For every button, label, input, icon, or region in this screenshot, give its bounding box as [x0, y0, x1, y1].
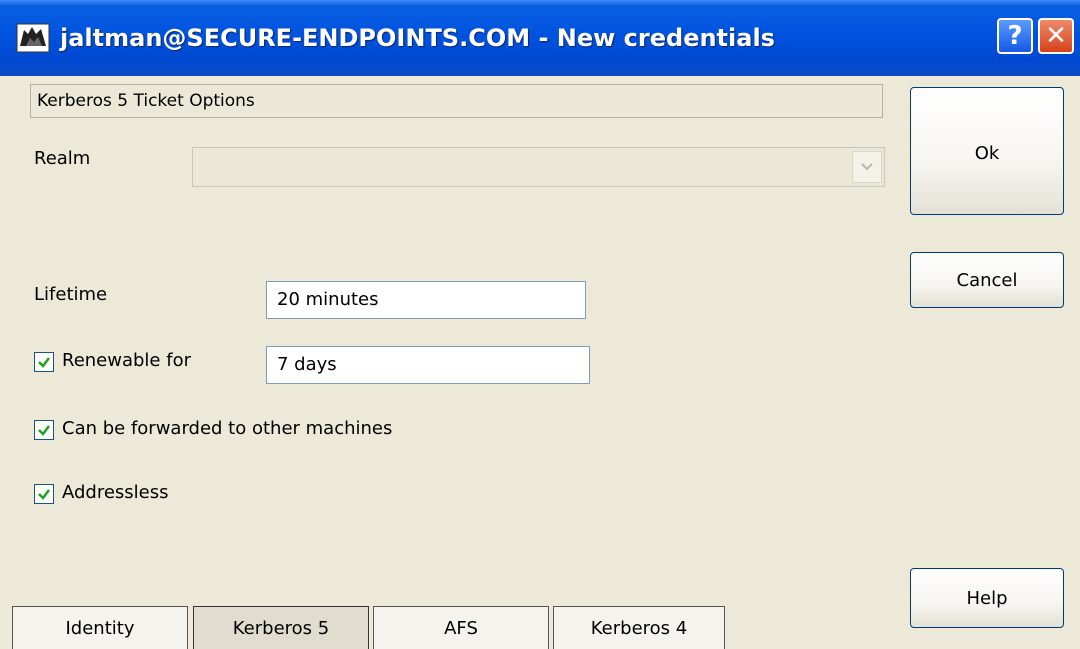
checkmark-icon	[38, 357, 50, 368]
section-header: Kerberos 5 Ticket Options	[30, 84, 883, 118]
lifetime-input[interactable]: 20 minutes	[266, 281, 586, 319]
window-title: jaltman@SECURE-ENDPOINTS.COM - New crede…	[60, 24, 775, 52]
realm-label: Realm	[34, 148, 91, 169]
close-icon: ✕	[1045, 21, 1067, 51]
forwardable-checkbox[interactable]	[34, 420, 54, 440]
title-help-button[interactable]: ?	[997, 18, 1033, 54]
kerberos-dog-icon[interactable]	[16, 22, 50, 54]
ok-button[interactable]: Ok	[910, 87, 1064, 215]
ok-button-label: Ok	[974, 143, 1000, 164]
lifetime-label: Lifetime	[34, 284, 108, 305]
tab-identity[interactable]: Identity	[12, 606, 188, 649]
cancel-button[interactable]: Cancel	[910, 252, 1064, 308]
tab-label: Kerberos 5	[232, 617, 330, 639]
tab-label: AFS	[444, 617, 478, 639]
cancel-button-label: Cancel	[956, 269, 1018, 291]
help-button[interactable]: Help	[910, 568, 1064, 628]
tab-kerberos-5[interactable]: Kerberos 5	[193, 606, 369, 649]
checkmark-icon	[38, 489, 50, 500]
question-mark-icon: ?	[1007, 21, 1023, 51]
chevron-down-icon	[861, 163, 873, 171]
tab-afs[interactable]: AFS	[373, 606, 549, 649]
tab-label: Identity	[65, 617, 135, 639]
addressless-checkbox[interactable]	[34, 484, 54, 504]
tab-label: Kerberos 4	[590, 617, 688, 639]
tab-kerberos-4[interactable]: Kerberos 4	[553, 606, 725, 649]
title-bar[interactable]: jaltman@SECURE-ENDPOINTS.COM - New crede…	[0, 0, 1080, 76]
realm-select[interactable]	[192, 147, 885, 187]
renewable-label[interactable]: Renewable for	[62, 350, 191, 371]
renewable-input[interactable]: 7 days	[266, 346, 590, 384]
addressless-label[interactable]: Addressless	[62, 482, 169, 503]
forwardable-label[interactable]: Can be forwarded to other machines	[62, 418, 392, 439]
checkmark-icon	[38, 425, 50, 436]
title-close-button[interactable]: ✕	[1038, 18, 1074, 54]
help-button-label: Help	[966, 587, 1008, 609]
realm-dropdown-arrow[interactable]	[852, 151, 882, 183]
renewable-checkbox[interactable]	[34, 352, 54, 372]
